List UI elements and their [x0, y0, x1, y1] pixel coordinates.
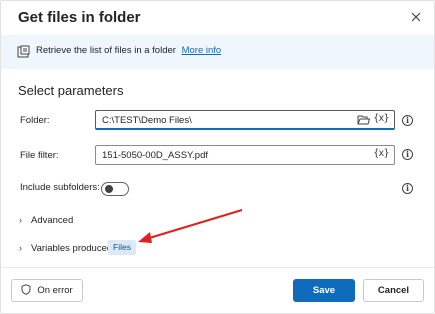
- include-subfolders-toggle[interactable]: [101, 182, 129, 196]
- chevron-right-icon: ›: [19, 215, 22, 225]
- folder-open-icon[interactable]: [357, 114, 370, 125]
- file-filter-value: 151-5050-00D_ASSY.pdf: [102, 150, 208, 161]
- info-bar: Retrieve the list of files in a folder M…: [1, 35, 434, 69]
- chevron-right-icon: ›: [19, 243, 22, 253]
- variables-produced-expander[interactable]: › Variables produced: [19, 243, 112, 254]
- info-description: Retrieve the list of files in a folder: [36, 45, 176, 56]
- include-subfolders-label: Include subfolders:: [20, 182, 100, 193]
- footer-divider: [1, 267, 434, 268]
- file-filter-help-icon[interactable]: i: [402, 149, 413, 160]
- folder-label: Folder:: [20, 115, 50, 126]
- variables-produced-label: Variables produced: [31, 243, 113, 254]
- advanced-label: Advanced: [31, 215, 74, 226]
- file-filter-label: File filter:: [20, 150, 59, 161]
- folder-help-icon[interactable]: i: [402, 115, 413, 126]
- close-icon[interactable]: [408, 9, 424, 25]
- save-button[interactable]: Save: [293, 279, 355, 302]
- info-text: Retrieve the list of files in a folder M…: [36, 45, 221, 56]
- on-error-button[interactable]: On error: [11, 279, 83, 302]
- folder-variable-button[interactable]: {x}: [373, 113, 389, 124]
- cancel-button[interactable]: Cancel: [363, 279, 424, 302]
- toggle-knob: [105, 185, 113, 193]
- folder-input[interactable]: C:\TEST\Demo Files\ {x}: [95, 110, 395, 130]
- get-files-dialog: Get files in folder Retrieve the list of…: [0, 0, 435, 314]
- file-list-icon: [17, 45, 30, 58]
- on-error-label: On error: [37, 285, 73, 296]
- shield-icon: [21, 284, 31, 295]
- more-info-link[interactable]: More info: [182, 45, 222, 56]
- folder-value: C:\TEST\Demo Files\: [102, 115, 192, 126]
- section-title: Select parameters: [18, 83, 124, 98]
- variable-chip-files[interactable]: Files: [108, 240, 136, 255]
- dialog-title: Get files in folder: [18, 9, 141, 26]
- file-filter-variable-button[interactable]: {x}: [373, 148, 389, 159]
- include-subfolders-help-icon[interactable]: i: [402, 183, 413, 194]
- advanced-expander[interactable]: › Advanced: [19, 215, 73, 226]
- file-filter-input[interactable]: 151-5050-00D_ASSY.pdf {x}: [95, 145, 395, 165]
